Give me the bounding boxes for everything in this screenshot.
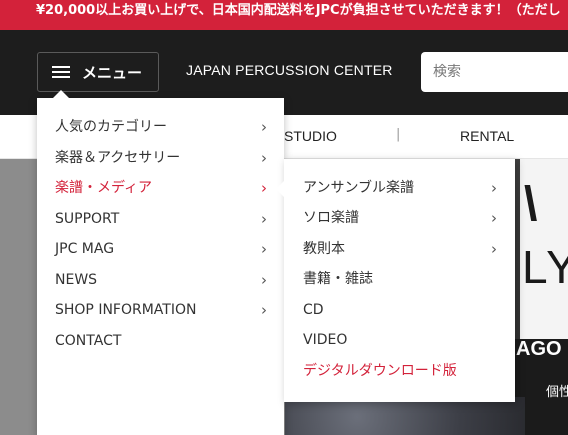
menu-item-jpc-mag[interactable]: JPC MAG ›	[55, 234, 270, 264]
submenu-item-label: アンサンブル楽譜	[303, 180, 415, 196]
submenu-item-label: ソロ楽譜	[303, 210, 359, 226]
chevron-right-icon: ›	[261, 118, 267, 136]
menu-item-label: 楽譜・メディア	[55, 180, 153, 196]
chevron-right-icon: ›	[261, 301, 267, 319]
menu-button[interactable]: メニュー	[37, 52, 159, 92]
chevron-right-icon: ›	[491, 179, 497, 197]
menu-item-label: 楽器＆アクセサリー	[55, 150, 181, 166]
hero-overlay-subtitle: 個性	[546, 385, 568, 400]
submenu-item-method-books[interactable]: 教則本 ›	[303, 234, 503, 264]
main-menu-panel: 人気のカテゴリー › 楽器＆アクセサリー › 楽譜・メディア › SUPPORT…	[37, 90, 284, 435]
hero-overlay-title: AGO	[516, 338, 562, 360]
submenu-item-label: VIDEO	[303, 332, 348, 348]
menu-item-label: CONTACT	[55, 333, 122, 349]
hero-photo-texture	[285, 397, 525, 435]
hero-chevron-graphic: \	[524, 178, 538, 231]
chevron-right-icon: ›	[491, 209, 497, 227]
submenu-item-video[interactable]: VIDEO	[303, 325, 503, 355]
menu-item-label: SUPPORT	[55, 211, 120, 227]
submenu-item-label: デジタルダウンロード版	[303, 363, 457, 379]
menu-item-label: SHOP INFORMATION	[55, 302, 197, 318]
announcement-text: ¥20,000以上お買い上げで、日本国内配送料をJPCが負担させていただきます！…	[36, 3, 561, 18]
chevron-right-icon: ›	[261, 179, 267, 197]
menu-item-support[interactable]: SUPPORT ›	[55, 204, 270, 234]
hero-big-letters: LY	[522, 241, 568, 293]
submenu-panel: アンサンブル楽譜 › ソロ楽譜 › 教則本 › 書籍・雑誌 CD VIDEO デ…	[276, 159, 515, 402]
menu-item-contact[interactable]: CONTACT	[55, 326, 270, 356]
menu-item-popular-categories[interactable]: 人気のカテゴリー ›	[55, 112, 270, 142]
submenu-item-label: 教則本	[303, 241, 345, 257]
chevron-right-icon: ›	[261, 210, 267, 228]
submenu-item-cd[interactable]: CD	[303, 295, 503, 325]
chevron-right-icon: ›	[491, 240, 497, 258]
menu-item-shop-information[interactable]: SHOP INFORMATION ›	[55, 295, 270, 325]
subnav-separator: |	[396, 127, 401, 142]
submenu-item-label: CD	[303, 302, 324, 318]
chevron-right-icon: ›	[261, 240, 267, 258]
submenu-item-ensemble-scores[interactable]: アンサンブル楽譜 ›	[303, 173, 503, 203]
submenu-item-books-magazines[interactable]: 書籍・雑誌	[303, 264, 503, 294]
menu-item-label: JPC MAG	[55, 241, 115, 257]
search-input[interactable]	[421, 52, 568, 92]
chevron-right-icon: ›	[261, 149, 267, 167]
chevron-right-icon: ›	[261, 271, 267, 289]
brand-link[interactable]: JAPAN PERCUSSION CENTER	[186, 62, 393, 78]
menu-item-news[interactable]: NEWS ›	[55, 265, 270, 295]
submenu-item-digital-download[interactable]: デジタルダウンロード版	[303, 356, 503, 386]
menu-item-sheet-music-media[interactable]: 楽譜・メディア ›	[55, 173, 270, 203]
menu-button-label: メニュー	[82, 63, 143, 82]
menu-item-label: 人気のカテゴリー	[55, 119, 167, 135]
announcement-bar: ¥20,000以上お買い上げで、日本国内配送料をJPCが負担させていただきます！…	[0, 0, 568, 30]
subnav-studio[interactable]: STUDIO	[284, 128, 337, 144]
submenu-item-label: 書籍・雑誌	[303, 271, 373, 287]
menu-item-instruments-accessories[interactable]: 楽器＆アクセサリー ›	[55, 143, 270, 173]
hamburger-icon	[52, 66, 70, 78]
subnav-rental[interactable]: RENTAL	[460, 128, 514, 144]
submenu-item-solo-scores[interactable]: ソロ楽譜 ›	[303, 203, 503, 233]
menu-item-label: NEWS	[55, 272, 98, 288]
